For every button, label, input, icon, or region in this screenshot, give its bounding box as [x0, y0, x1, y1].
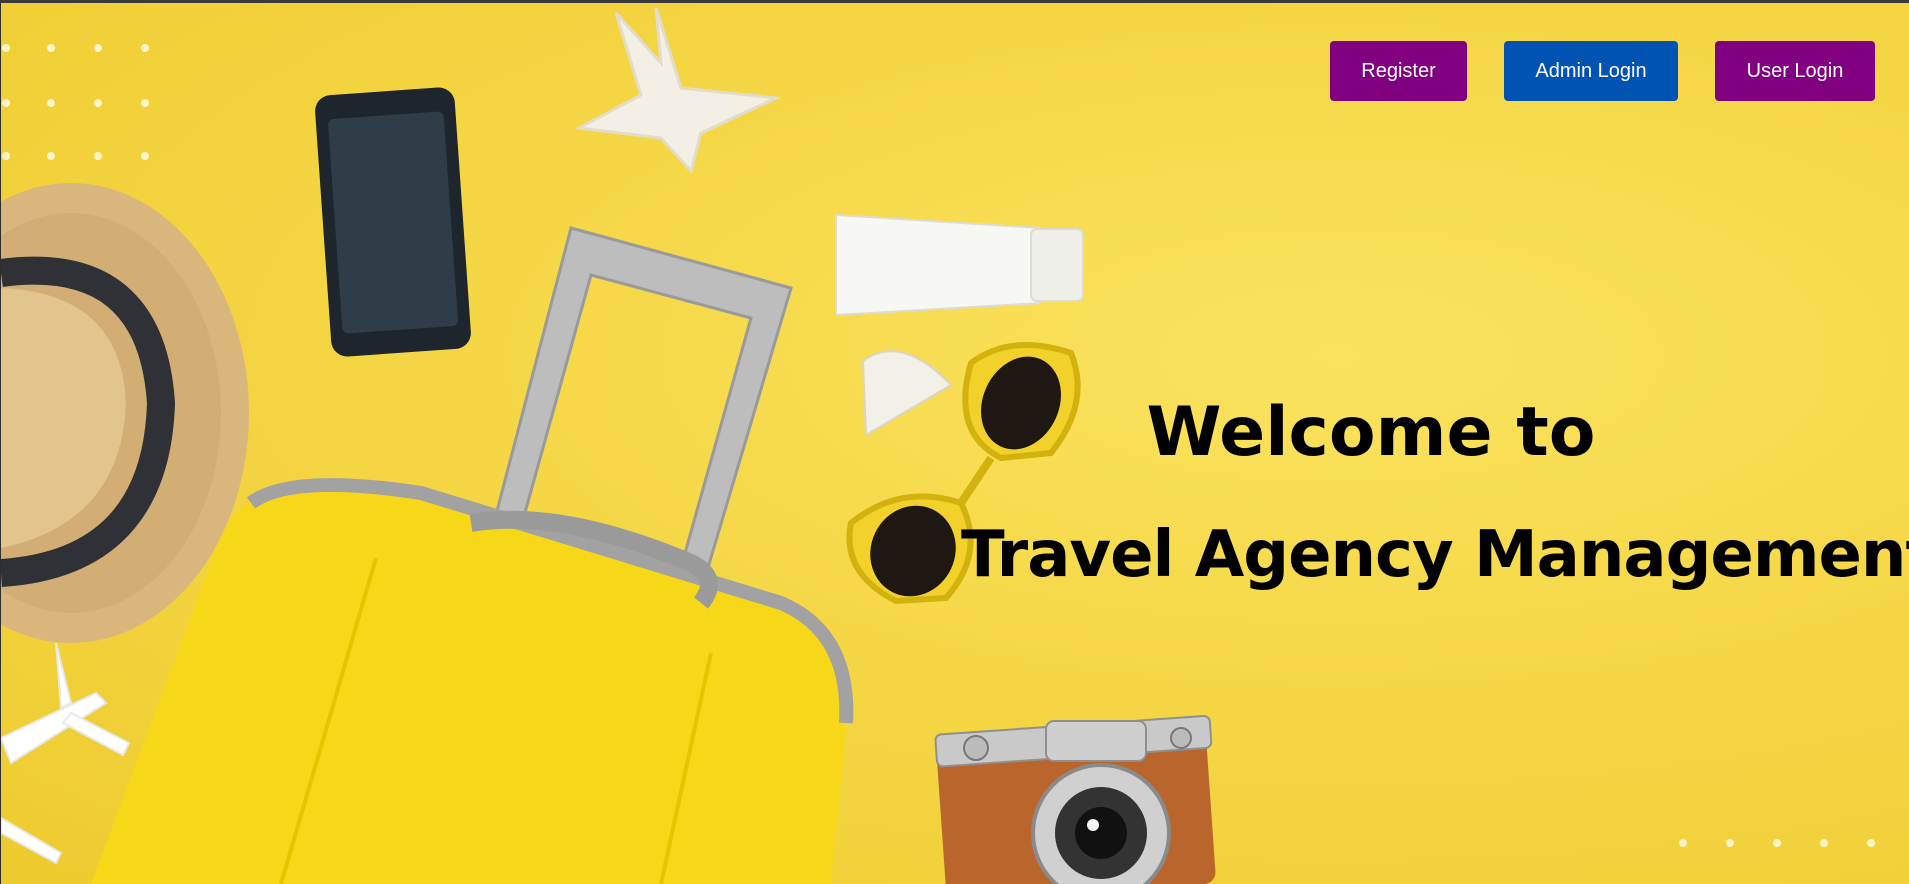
toy-airplane-icon — [1, 642, 131, 865]
hero-app-title: Travel Agency Management — [961, 518, 1909, 592]
landing-page: Register Admin Login User Login Welcome … — [0, 3, 1909, 884]
smartphone-icon — [315, 87, 471, 357]
dot-pattern-bottom-right — [1679, 839, 1875, 847]
sponge-icon — [861, 350, 953, 437]
admin-login-button[interactable]: Admin Login — [1504, 41, 1678, 101]
camera-icon — [934, 715, 1216, 884]
starfish-icon — [574, 7, 782, 175]
user-login-button[interactable]: User Login — [1715, 41, 1875, 101]
register-button[interactable]: Register — [1330, 41, 1467, 101]
sunscreen-tube-icon — [835, 213, 1084, 317]
dot-pattern-top-left — [2, 44, 149, 160]
hero-welcome-heading: Welcome to — [1146, 393, 1596, 472]
